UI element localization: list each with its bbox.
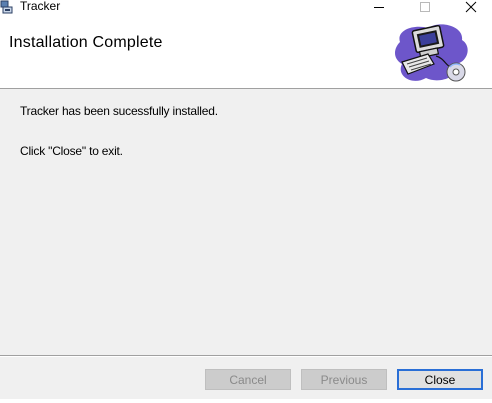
dialog-header: Installation Complete [0,14,492,89]
exit-instruction: Click "Close" to exit. [20,144,123,158]
close-button[interactable]: Close [397,369,483,390]
page-title: Installation Complete [9,34,163,51]
title-bar: Tracker [0,0,492,14]
installed-message: Tracker has been sucessfully installed. [20,104,218,118]
footer-divider [0,355,492,357]
bottom-edge [0,399,492,403]
minimize-button[interactable] [356,0,402,14]
installer-app-icon [0,0,14,14]
maximize-button[interactable] [402,0,448,14]
previous-button[interactable]: Previous [301,369,387,390]
close-icon [465,1,477,13]
dialog-content: Tracker has been sucessfully installed. … [0,89,492,355]
maximize-icon [420,2,430,12]
minimize-icon [374,7,384,8]
close-window-button[interactable] [448,0,492,14]
cancel-button[interactable]: Cancel [205,369,291,390]
window-title: Tracker [20,0,61,13]
computer-with-disc-icon [394,22,476,86]
